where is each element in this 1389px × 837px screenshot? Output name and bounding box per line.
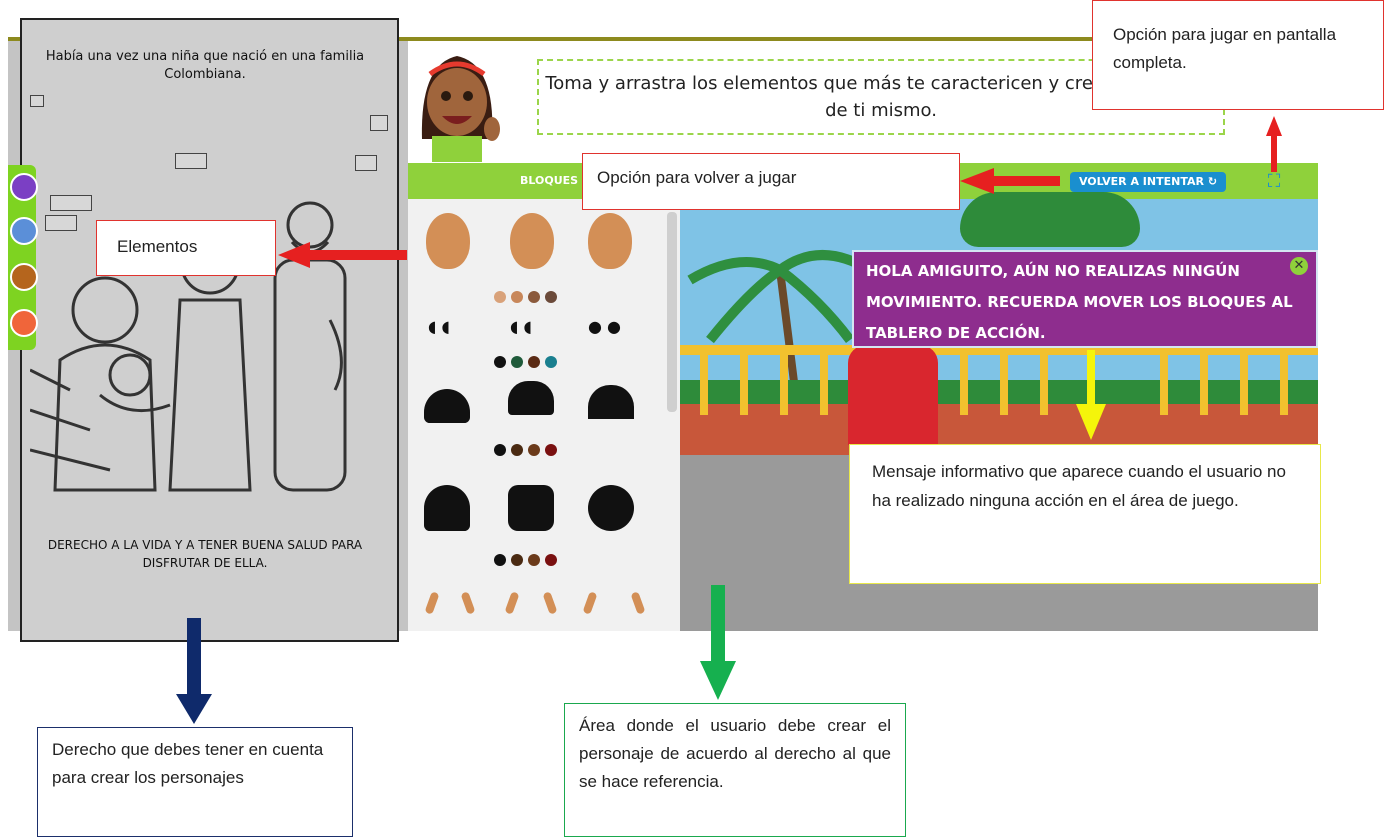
arrow-area [700, 585, 736, 700]
callout-area: Área donde el usuario debe crear el pers… [564, 703, 906, 837]
arrow-retry [960, 168, 1060, 194]
arrow-fullscreen [1266, 116, 1282, 172]
callout-fullscreen: Opción para jugar en pantalla completa. [1092, 0, 1384, 110]
arrow-elements [278, 242, 407, 268]
arrow-right [176, 618, 212, 724]
arrow-message [1076, 350, 1106, 440]
callout-elements: Elementos [96, 220, 276, 276]
callout-message: Mensaje informativo que aparece cuando e… [849, 444, 1321, 584]
callout-retry: Opción para volver a jugar [582, 153, 960, 210]
callout-right: Derecho que debes tener en cuenta para c… [37, 727, 353, 837]
